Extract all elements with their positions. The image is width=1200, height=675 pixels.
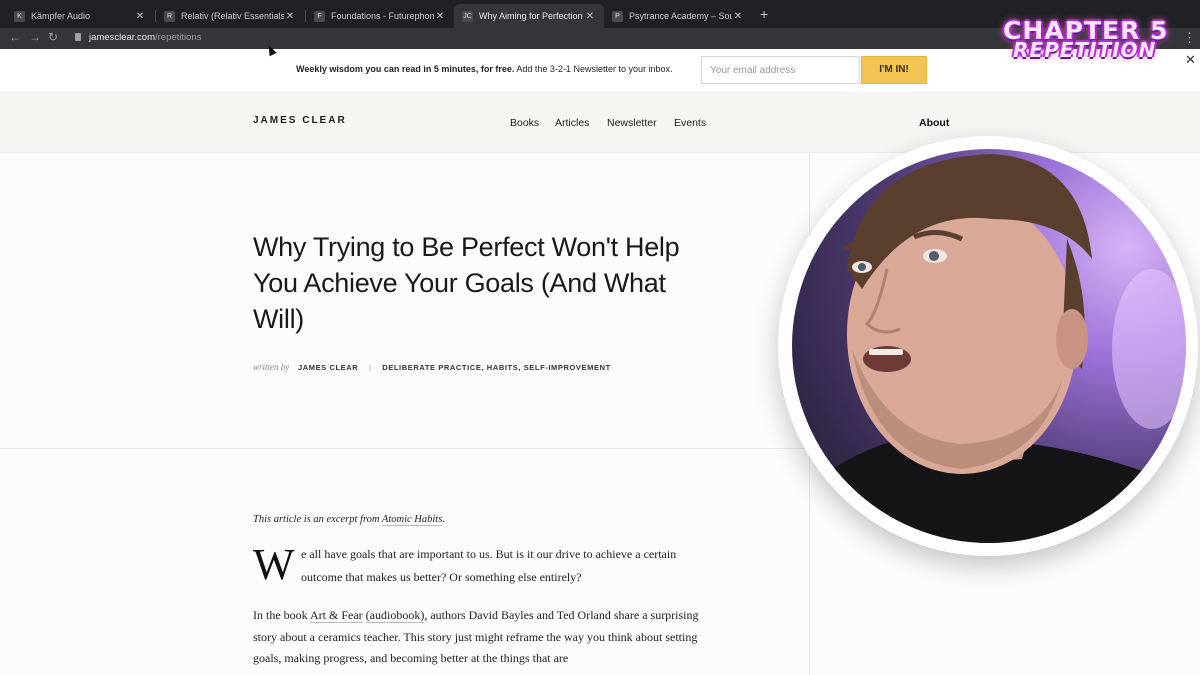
p2-prefix: In the book <box>253 608 310 622</box>
nav-newsletter[interactable]: Newsletter <box>607 117 657 129</box>
excerpt-note: This article is an excerpt from Atomic H… <box>253 514 445 526</box>
art-and-fear-link[interactable]: Art & Fear <box>310 608 363 623</box>
byline-separator: | <box>368 363 372 372</box>
browser-tab[interactable]: F Foundations - Futurephonic ✕ <box>306 4 454 28</box>
browser-tab[interactable]: P Psytrance Academy – Sound P ✕ <box>604 4 752 28</box>
tab-title: Why Aiming for Perfection Won <box>479 11 584 21</box>
nav-events[interactable]: Events <box>674 117 706 129</box>
reload-icon[interactable]: ↻ <box>48 30 58 44</box>
tab-close-icon[interactable]: ✕ <box>284 11 296 22</box>
category-link[interactable]: DELIBERATE PRACTICE, <box>382 363 484 372</box>
banner-body-text: Add the 3-2-1 Newsletter to your inbox. <box>514 64 673 74</box>
nav-books[interactable]: Books <box>510 117 539 129</box>
atomic-habits-link[interactable]: Atomic Habits <box>381 514 443 526</box>
email-input[interactable]: Your email address <box>701 56 860 84</box>
url-domain: jamesclear.com <box>89 32 155 43</box>
chapter-title-text: REPETITION <box>1013 38 1157 62</box>
presenter-image <box>812 154 1186 543</box>
browser-tab-active[interactable]: JC Why Aiming for Perfection Won ✕ <box>454 4 604 28</box>
back-arrow-icon[interactable]: ← <box>9 30 21 44</box>
excerpt-suffix: . <box>442 514 445 525</box>
tab-favicon-icon: K <box>14 10 25 22</box>
url-field[interactable]: jamesclear.com/repetitions <box>89 32 201 43</box>
tab-title: Foundations - Futurephonic <box>331 11 434 21</box>
webcam-video <box>792 149 1186 543</box>
drop-cap: W <box>253 540 295 589</box>
article-byline: written by JAMES CLEAR | DELIBERATE PRAC… <box>253 362 611 372</box>
article-title: Why Trying to Be Perfect Won't Help You … <box>253 232 680 334</box>
paragraph-1-line-1: e all have goals that are important to u… <box>301 547 677 561</box>
section-divider <box>0 448 809 449</box>
nav-articles[interactable]: Articles <box>555 117 589 129</box>
paragraph-2: In the book Art & Fear (audiobook), auth… <box>253 605 715 670</box>
browser-tab[interactable]: K Kämpfer Audio ✕ <box>6 4 154 28</box>
paragraph-1-line-2: outcome that makes us better? Or somethi… <box>301 570 582 584</box>
site-logo[interactable]: JAMES CLEAR <box>253 115 347 126</box>
tab-close-icon[interactable]: ✕ <box>732 11 744 22</box>
lock-icon <box>75 33 81 41</box>
browser-tab[interactable]: R Relativ (Relativ Essentials) ✕ <box>156 4 304 28</box>
tab-close-icon[interactable]: ✕ <box>434 11 446 22</box>
tab-title: Relativ (Relativ Essentials) <box>181 11 284 21</box>
excerpt-prefix: This article is an excerpt from <box>253 514 382 525</box>
url-path: /repetitions <box>155 32 202 43</box>
tab-title: Psytrance Academy – Sound P <box>629 11 732 21</box>
tab-favicon-icon: JC <box>462 10 473 22</box>
tab-close-icon[interactable]: ✕ <box>584 11 596 22</box>
banner-bold-text: Weekly wisdom you can read in 5 minutes,… <box>296 64 515 74</box>
tab-favicon-icon: F <box>314 10 325 22</box>
new-tab-icon[interactable]: + <box>760 6 768 22</box>
tab-favicon-icon: R <box>164 10 175 22</box>
nav-about[interactable]: About <box>919 117 949 129</box>
category-link[interactable]: SELF-IMPROVEMENT <box>524 363 611 372</box>
author-link[interactable]: JAMES CLEAR <box>298 363 358 372</box>
tab-close-icon[interactable]: ✕ <box>134 11 146 22</box>
audiobook-link[interactable]: (audiobook) <box>365 608 425 623</box>
forward-arrow-icon[interactable]: → <box>29 30 41 44</box>
tab-title: Kämpfer Audio <box>31 11 91 21</box>
written-by-label: written by <box>253 362 290 372</box>
browser-menu-icon[interactable]: ⋮ <box>1183 30 1196 46</box>
banner-text: Weekly wisdom you can read in 5 minutes,… <box>296 64 673 74</box>
chapter-overlay: CHAPTER 5 REPETITION <box>1003 16 1173 66</box>
close-icon[interactable]: ✕ <box>1185 52 1196 68</box>
subscribe-button[interactable]: I'M IN! <box>861 56 927 84</box>
category-link[interactable]: HABITS, <box>487 363 521 372</box>
tab-favicon-icon: P <box>612 10 623 22</box>
